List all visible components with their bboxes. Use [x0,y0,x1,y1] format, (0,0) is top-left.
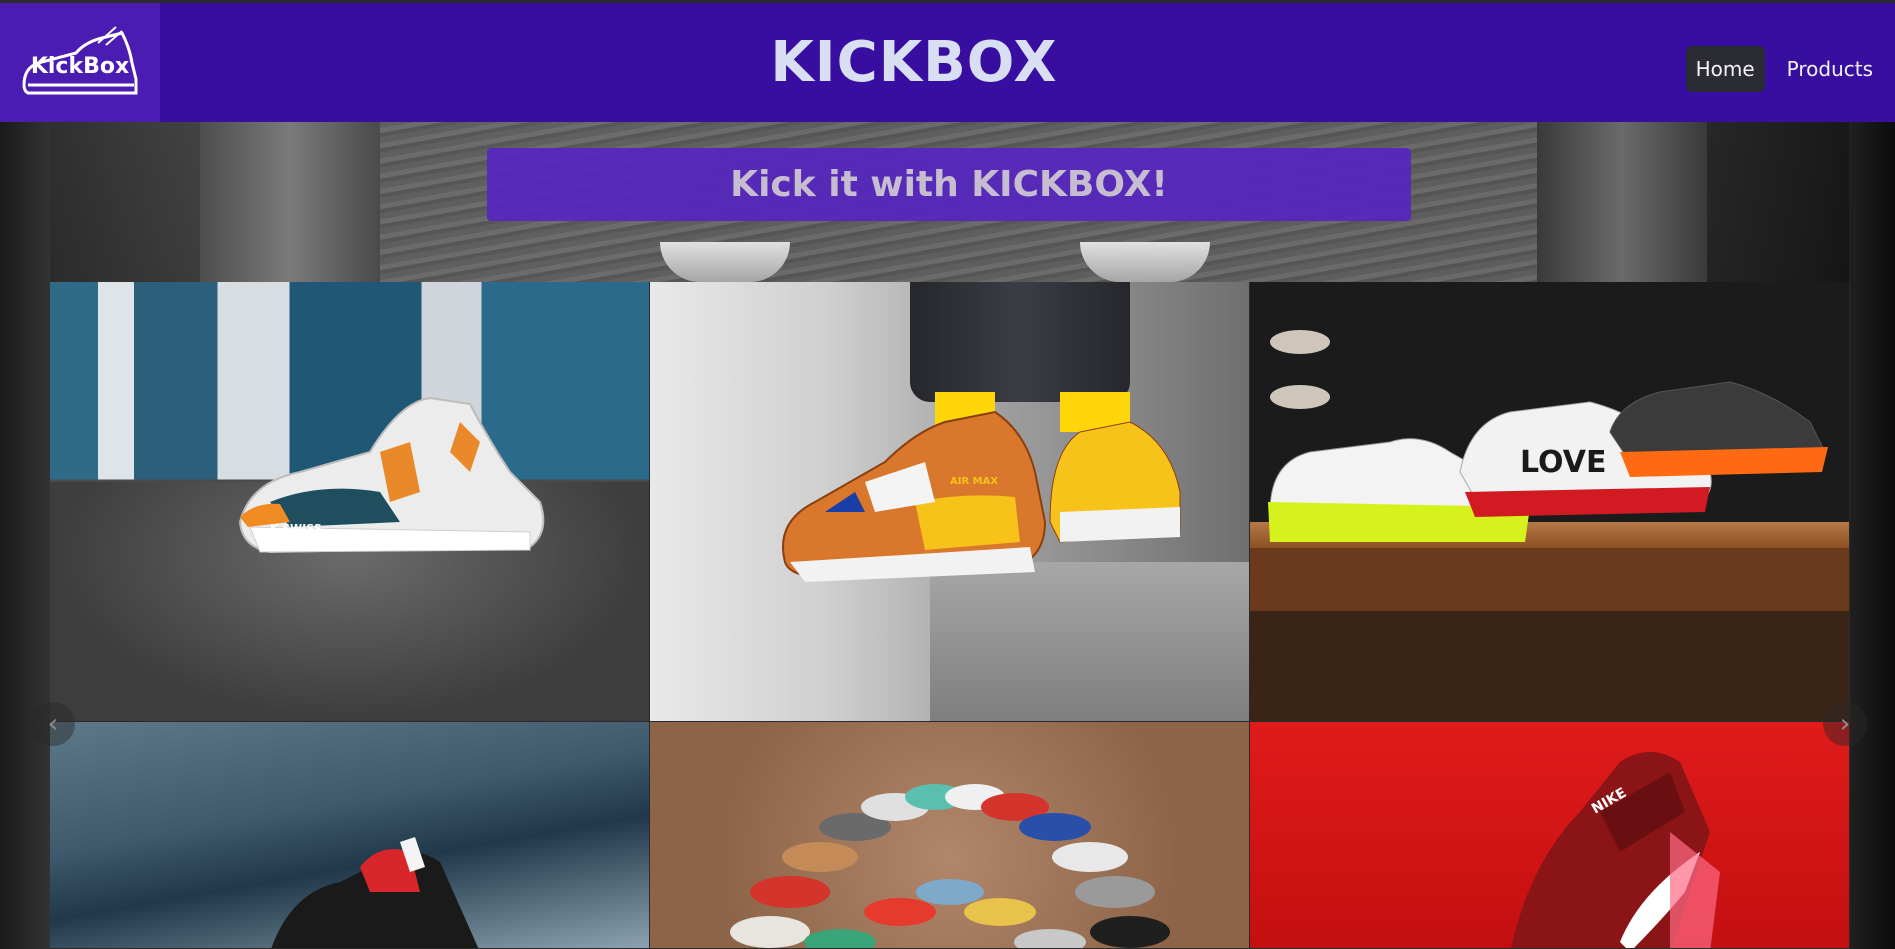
carousel-next-button[interactable]: › [1823,702,1867,746]
product-gallery: K-SWISS AIR MAX LOVE NIKE [50,282,1850,949]
orange-sneaker-second-image [1049,392,1181,543]
hero-pillar-left [200,122,380,282]
site-header: KickBox KICKBOX Home Products [0,0,1895,122]
shoe-brand-label: LOVE [1520,445,1606,480]
shoe-brand-label: K-SWISS [270,522,322,535]
chevron-left-icon: ‹ [47,709,59,739]
hero-ceiling-lamp [660,242,790,282]
hero-right-wall [1849,122,1895,949]
three-sneakers-image: LOVE [1268,330,1828,542]
hero-tagline-banner: Kick it with KICKBOX! [487,148,1411,221]
product-tile-k-swiss[interactable]: K-SWISS [50,282,650,722]
product-tile-air-max-collection[interactable] [650,722,1250,949]
chevron-right-icon: › [1839,709,1851,739]
hero-ceiling-lamp [1080,242,1210,282]
product-tile-air-max[interactable]: AIR MAX [650,282,1250,722]
product-tile-black-red-sneaker[interactable] [50,722,650,949]
site-title: KICKBOX [770,30,1058,95]
red-knit-shoe-image: NIKE [1510,752,1720,948]
carousel-prev-button[interactable]: ‹ [31,702,75,746]
main-nav: Home Products [1685,46,1883,92]
white-sneaker-image: K-SWISS [238,396,545,554]
product-tile-red-knit-shoe[interactable]: NIKE [1250,722,1850,949]
nav-home-link[interactable]: Home [1685,46,1765,92]
sneaker-fan-image [730,784,1170,948]
black-red-sneaker-image [271,837,479,948]
hero-left-wall [0,122,50,949]
shoe-brand-label: AIR MAX [950,476,998,487]
hero-pillar-right [1537,122,1707,282]
product-tile-fashion-sneakers[interactable]: LOVE [1250,282,1850,722]
nav-products-link[interactable]: Products [1777,46,1883,92]
